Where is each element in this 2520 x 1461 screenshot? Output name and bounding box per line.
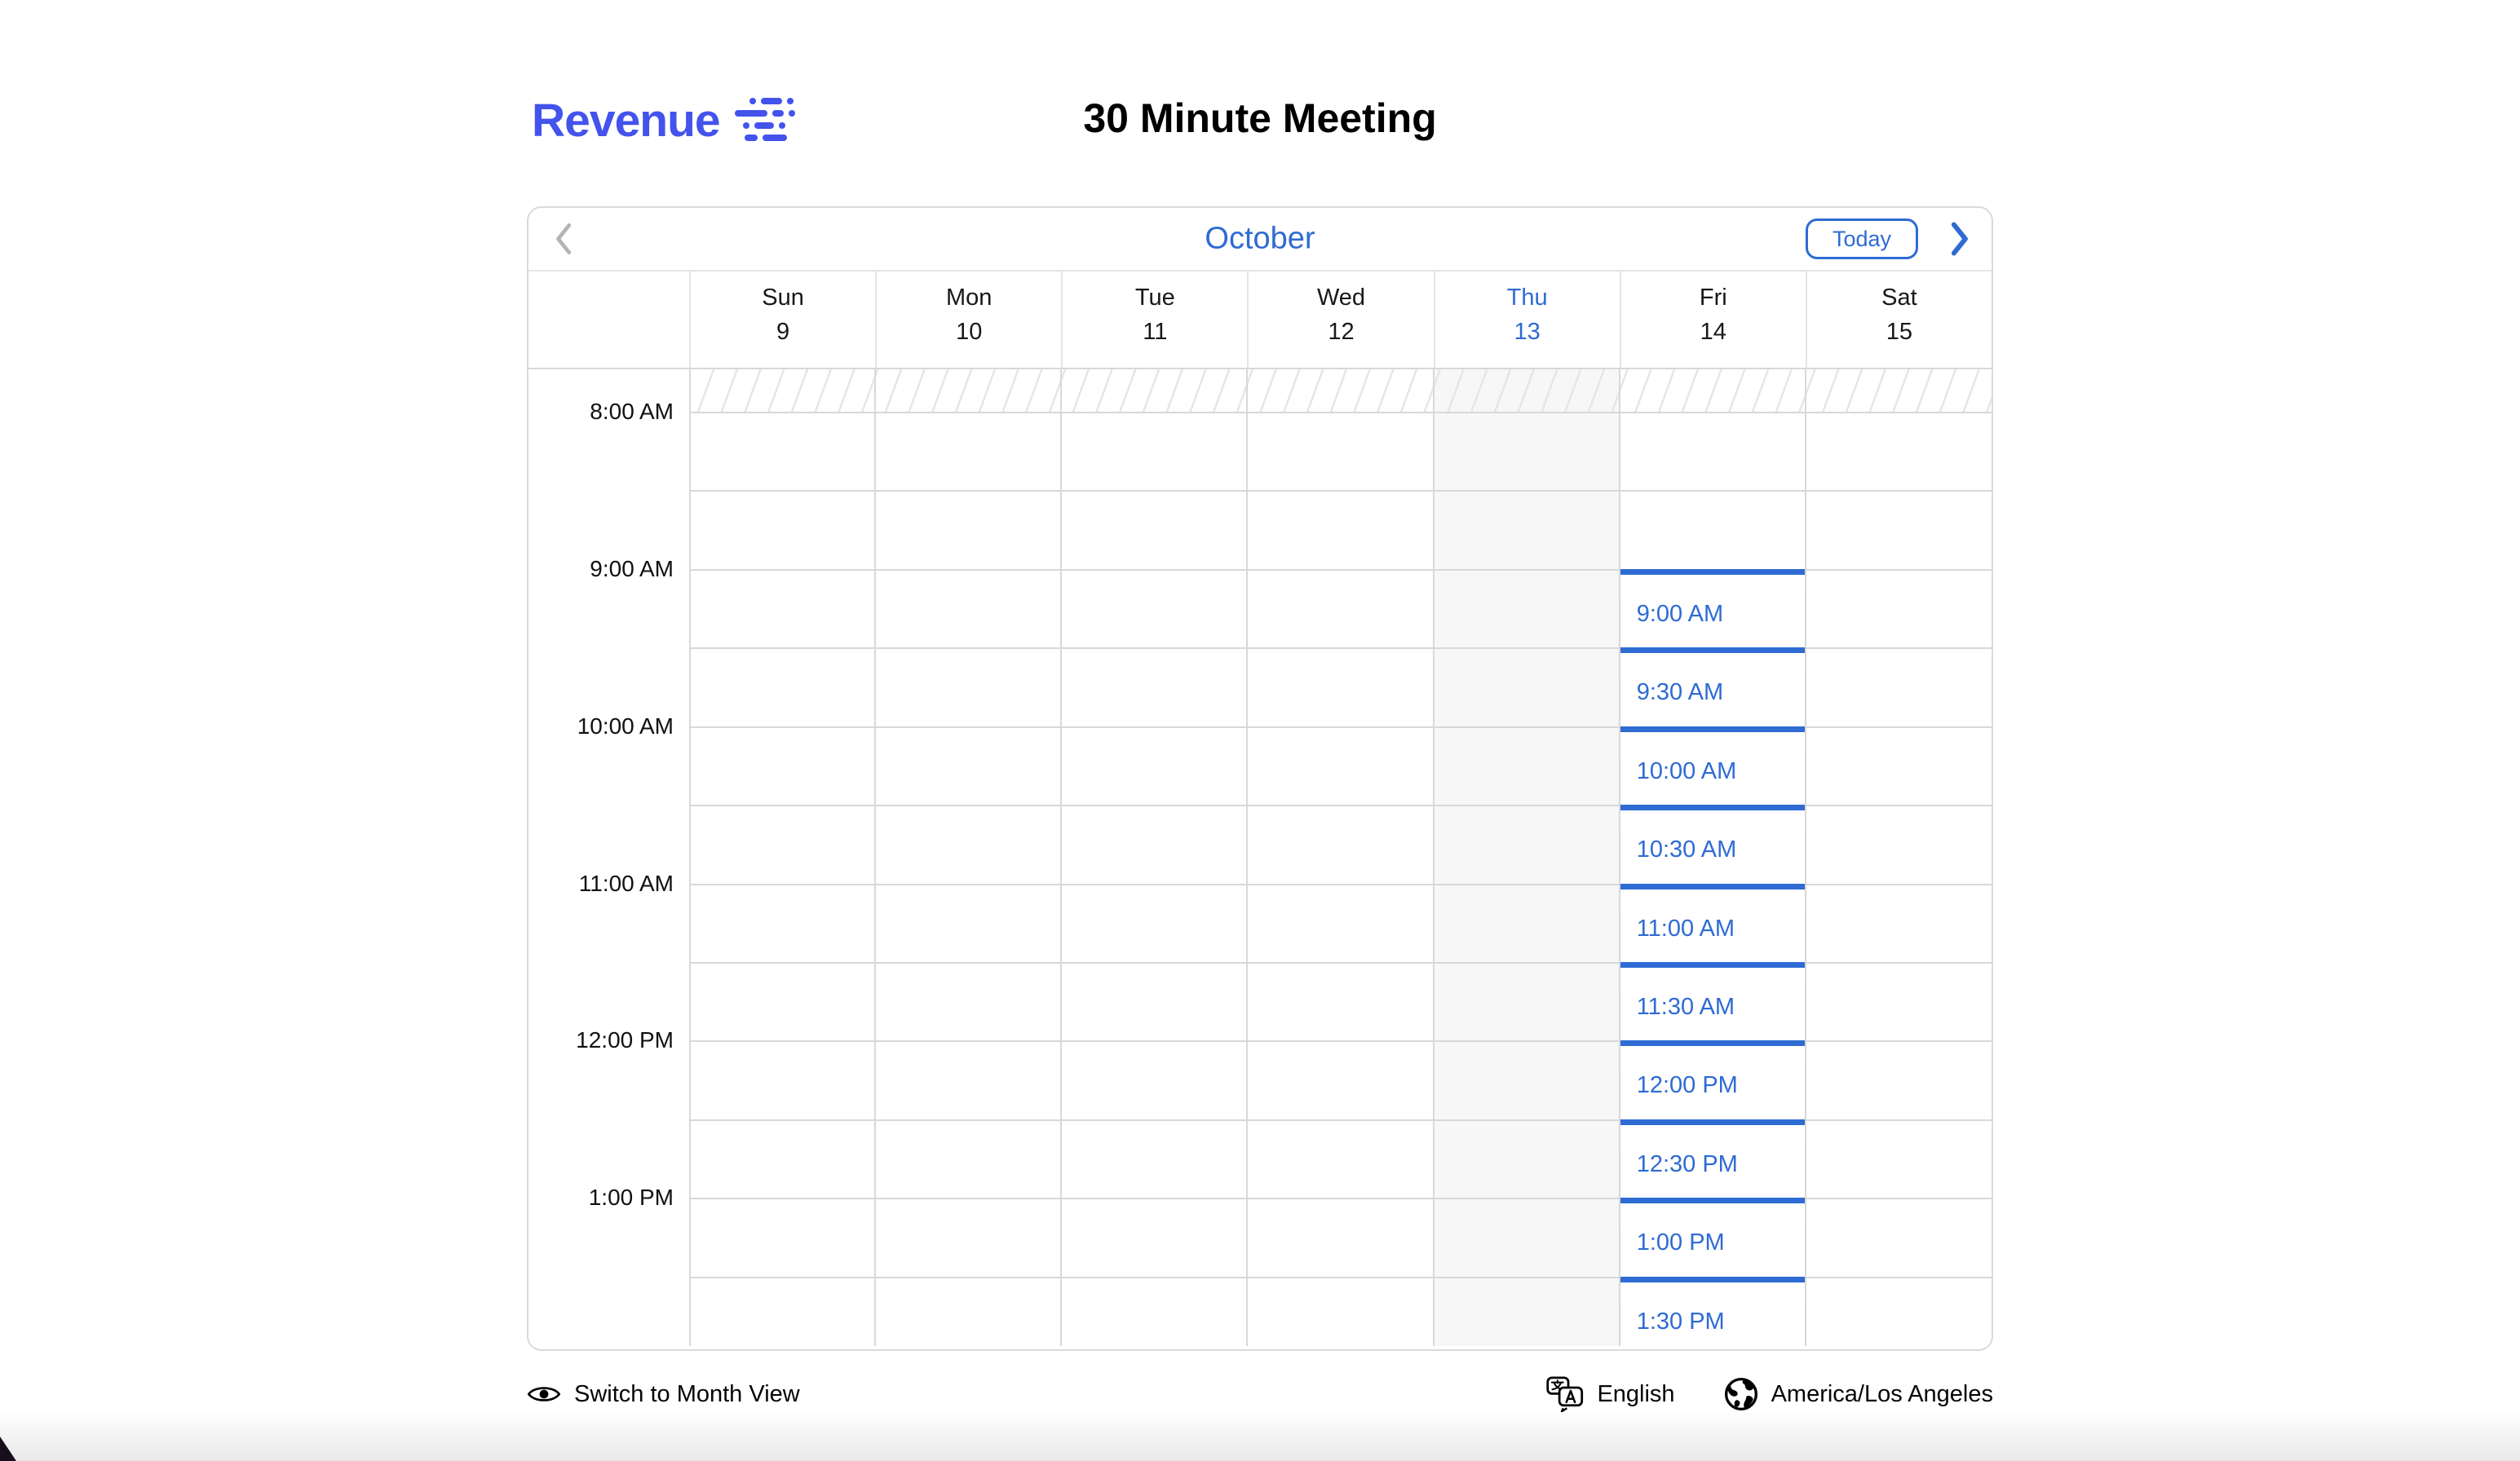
bottom-fade (0, 1410, 2520, 1461)
time-label-11-00-am: 11:00 AM (528, 871, 674, 897)
time-slot-label: 12:00 PM (1637, 1072, 1805, 1099)
time-slot-label: 10:00 AM (1637, 758, 1805, 785)
grid-hline (689, 412, 1992, 413)
day-date: 9 (776, 319, 789, 346)
translate-icon (1546, 1376, 1584, 1412)
chevron-right-icon (1942, 218, 1976, 259)
day-header-cell-wed: Wed 12 (1247, 271, 1433, 368)
time-slot-9-30-am[interactable]: 9:30 AM (1620, 647, 1805, 726)
month-label: October (528, 222, 1992, 257)
time-label-8-00-am: 8:00 AM (528, 399, 674, 425)
day-name: Thu (1507, 285, 1548, 311)
day-name: Mon (946, 285, 992, 311)
language-label: English (1597, 1381, 1674, 1408)
time-slot-label: 9:30 AM (1637, 679, 1805, 706)
day-name: Sun (762, 285, 804, 311)
day-header-cell-sat: Sat 15 (1806, 271, 1992, 368)
time-slot-label: 11:00 AM (1637, 916, 1805, 942)
day-header-cell-tue: Tue 11 (1061, 271, 1247, 368)
time-slot-label: 10:30 AM (1637, 836, 1805, 863)
day-name: Wed (1317, 285, 1365, 311)
time-label-12-00-pm: 12:00 PM (528, 1027, 674, 1053)
time-label-1-00-pm: 1:00 PM (528, 1185, 674, 1211)
day-date: 15 (1886, 319, 1912, 346)
day-name: Fri (1700, 285, 1727, 311)
time-slot-1-30-pm[interactable]: 1:30 PM (1620, 1277, 1805, 1346)
timezone-label: America/Los Angeles (1771, 1381, 1993, 1408)
footer-bar: Switch to Month View English (527, 1375, 1993, 1414)
time-gutter-header (528, 271, 689, 368)
day-date: 10 (956, 319, 982, 346)
day-name: Sat (1881, 285, 1917, 311)
time-slot-9-00-am[interactable]: 9:00 AM (1620, 569, 1805, 647)
time-label-9-00-am: 9:00 AM (528, 556, 674, 582)
calendar-header: October Today (528, 208, 1992, 271)
time-slot-10-00-am[interactable]: 10:00 AM (1620, 726, 1805, 805)
eye-icon (527, 1382, 561, 1406)
time-slot-label: 1:00 PM (1637, 1229, 1805, 1256)
time-slot-label: 11:30 AM (1637, 994, 1805, 1021)
time-slot-12-30-pm[interactable]: 12:30 PM (1620, 1119, 1805, 1198)
day-name: Tue (1135, 285, 1175, 311)
day-header-cell-thu: Thu 13 (1434, 271, 1620, 368)
page-title: 30 Minute Meeting (0, 95, 2520, 142)
day-date: 13 (1514, 319, 1541, 346)
switch-month-view-label: Switch to Month View (574, 1381, 800, 1408)
grid-vline (1246, 369, 1248, 1346)
unavailable-hatch-band (689, 369, 1992, 412)
grid-vline (874, 369, 876, 1346)
today-button[interactable]: Today (1806, 218, 1918, 259)
scheduling-page: Revenue 30 Minute Meeting (0, 0, 2520, 1461)
grid-vline (1060, 369, 1062, 1346)
time-slot-label: 9:00 AM (1637, 601, 1805, 628)
switch-month-view-button[interactable]: Switch to Month View (527, 1381, 800, 1408)
time-slot-label: 1:30 PM (1637, 1309, 1805, 1335)
time-slot-1-00-pm[interactable]: 1:00 PM (1620, 1198, 1805, 1276)
next-week-button[interactable] (1936, 216, 1982, 262)
day-header-cell-sun: Sun 9 (689, 271, 875, 368)
day-date: 11 (1143, 319, 1167, 346)
cursor-artifact (0, 1437, 16, 1461)
grid-vline (1805, 369, 1806, 1346)
time-slot-10-30-am[interactable]: 10:30 AM (1620, 805, 1805, 883)
grid-vline (689, 369, 691, 1346)
day-header-cell-mon: Mon 10 (875, 271, 1061, 368)
timezone-selector[interactable]: America/Los Angeles (1724, 1377, 1993, 1411)
day-header-cell-fri: Fri 14 (1620, 271, 1806, 368)
calendar-card: October Today Sun 9 Mon 10 Tue 11 Wed 12 Thu 13 Fr… (527, 206, 1993, 1351)
language-selector[interactable]: English (1546, 1376, 1674, 1412)
today-column-highlight (1434, 369, 1620, 1346)
day-header-row: Sun 9 Mon 10 Tue 11 Wed 12 Thu 13 Fri 14 Sat 15 (528, 271, 1992, 369)
time-slot-12-00-pm[interactable]: 12:00 PM (1620, 1040, 1805, 1119)
time-slot-11-00-am[interactable]: 11:00 AM (1620, 884, 1805, 962)
time-grid: 8:00 AM 9:00 AM 10:00 AM 11:00 AM 12:00 PM 1:… (528, 369, 1992, 1346)
time-label-10-00-am: 10:00 AM (528, 713, 674, 739)
grid-hline (689, 490, 1992, 492)
globe-icon (1724, 1377, 1758, 1411)
time-slot-11-30-am[interactable]: 11:30 AM (1620, 962, 1805, 1040)
day-date: 14 (1700, 319, 1726, 346)
footer-right-group: English America/Los Angeles (1546, 1376, 1993, 1412)
grid-vline (1433, 369, 1435, 1346)
time-slot-label: 12:30 PM (1637, 1151, 1805, 1178)
day-date: 12 (1328, 319, 1354, 346)
